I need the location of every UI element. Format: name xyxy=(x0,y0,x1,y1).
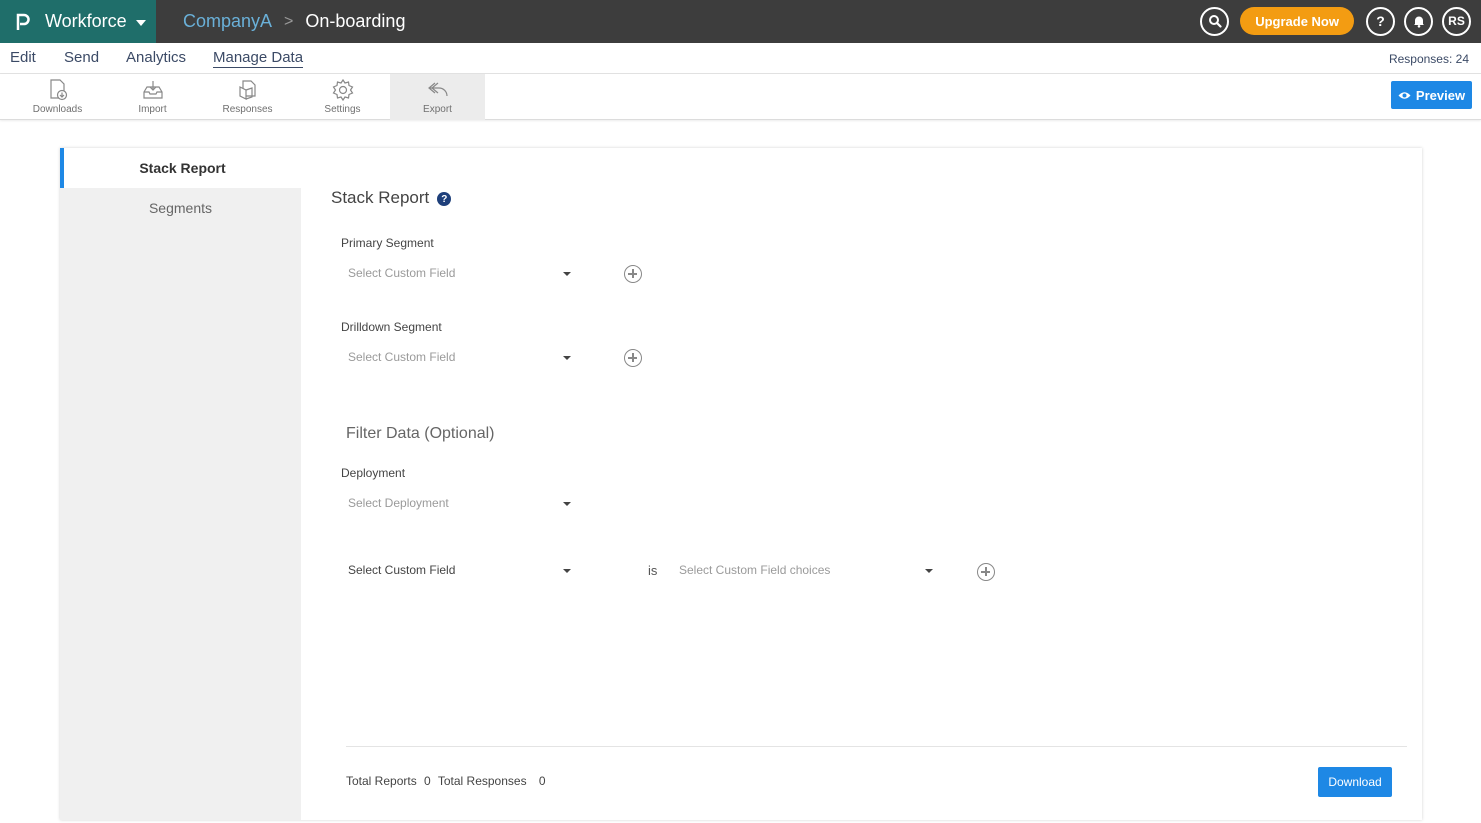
toolbar-responses[interactable]: Responses xyxy=(200,74,295,120)
product-title: Workforce xyxy=(45,11,127,31)
user-avatar[interactable]: RS xyxy=(1442,6,1471,36)
primary-segment-placeholder: Select Custom Field xyxy=(348,266,456,280)
main-menu: Edit Send Analytics Manage Data Response… xyxy=(0,43,1481,74)
filter-custom-field-value: Select Custom Field xyxy=(348,563,456,577)
filter-choices-select[interactable]: Select Custom Field choices xyxy=(672,559,938,581)
sidebar-item-segments[interactable]: Segments xyxy=(60,188,301,228)
add-primary-segment-icon[interactable] xyxy=(624,265,642,283)
total-responses-value: 0 xyxy=(538,774,546,788)
help-icon: ? xyxy=(1376,13,1385,29)
preview-button[interactable]: Preview xyxy=(1391,81,1472,109)
toolbar-settings[interactable]: Settings xyxy=(295,74,390,120)
preview-label: Preview xyxy=(1415,87,1466,103)
filter-operator: is xyxy=(648,563,658,578)
search-button[interactable] xyxy=(1200,6,1230,36)
responses-icon xyxy=(238,80,256,100)
caret-down-icon xyxy=(563,272,571,276)
total-responses-label: Total Responses xyxy=(437,774,527,788)
menu-item-edit[interactable]: Edit xyxy=(10,49,36,66)
breadcrumb-company-link[interactable]: CompanyA xyxy=(183,11,272,32)
filter-choices-placeholder: Select Custom Field choices xyxy=(679,563,831,577)
totals-summary: Total Reports 0 Total Responses 0 xyxy=(346,774,550,788)
menu-item-send[interactable]: Send xyxy=(64,49,99,66)
p-logo-icon xyxy=(16,13,30,30)
product-switcher[interactable]: Workforce xyxy=(0,0,156,43)
manage-data-toolbar: Downloads Import Responses Settings Expo… xyxy=(0,74,1481,120)
total-reports-label: Total Reports xyxy=(346,774,417,788)
search-icon xyxy=(1208,15,1222,28)
toolbar-import[interactable]: Import xyxy=(105,74,200,120)
primary-segment-select[interactable]: Select Custom Field xyxy=(341,262,576,284)
top-navigation-bar: Workforce CompanyA > On-boarding Upgrade… xyxy=(0,0,1481,43)
page-title-text: Stack Report xyxy=(331,188,430,207)
settings-icon xyxy=(332,78,353,102)
upgrade-now-button[interactable]: Upgrade Now xyxy=(1240,7,1354,35)
primary-segment-label: Primary Segment xyxy=(341,236,434,250)
drilldown-segment-select[interactable]: Select Custom Field xyxy=(341,346,576,368)
deployment-placeholder: Select Deployment xyxy=(348,496,449,510)
caret-down-icon xyxy=(563,356,571,360)
responses-count: Responses: 24 xyxy=(1388,52,1469,66)
sidebar-item-stack-report[interactable]: Stack Report xyxy=(60,148,301,188)
total-reports-value: 0 xyxy=(424,774,431,788)
menu-item-manage-data[interactable]: Manage Data xyxy=(213,49,304,68)
toolbar-import-label: Import xyxy=(138,104,167,115)
toolbar-export[interactable]: Export xyxy=(390,74,485,120)
drilldown-segment-placeholder: Select Custom Field xyxy=(348,350,456,364)
help-icon[interactable]: ? xyxy=(437,192,452,206)
export-sidebar: Stack Report Segments xyxy=(60,148,301,820)
header-actions: Upgrade Now ? RS xyxy=(1200,5,1471,37)
chevron-down-icon xyxy=(135,19,146,26)
footer-divider xyxy=(346,746,1407,747)
breadcrumb: CompanyA > On-boarding xyxy=(183,0,405,43)
avatar-initials: RS xyxy=(1448,14,1465,28)
stack-report-form: Stack Report ? Primary Segment Select Cu… xyxy=(301,148,1422,820)
export-panel: Stack Report Segments Stack Report ? Pri… xyxy=(60,148,1422,820)
breadcrumb-current-page: On-boarding xyxy=(305,11,406,31)
toolbar-downloads[interactable]: Downloads xyxy=(10,74,105,120)
notifications-button[interactable] xyxy=(1404,6,1433,36)
toolbar-downloads-label: Downloads xyxy=(32,104,83,115)
caret-down-icon xyxy=(925,569,933,573)
eye-icon xyxy=(1398,91,1411,99)
bell-icon xyxy=(1413,16,1424,28)
downloads-icon xyxy=(49,79,67,101)
toolbar-export-label: Export xyxy=(423,104,452,115)
deployment-label: Deployment xyxy=(341,466,406,480)
toolbar-settings-label: Settings xyxy=(324,104,361,115)
filter-data-title: Filter Data (Optional) xyxy=(346,425,495,442)
menu-item-analytics[interactable]: Analytics xyxy=(126,49,186,66)
toolbar-responses-label: Responses xyxy=(222,104,273,115)
caret-down-icon xyxy=(563,569,571,573)
add-drilldown-segment-icon[interactable] xyxy=(624,349,642,367)
add-filter-icon[interactable] xyxy=(977,563,995,581)
breadcrumb-separator: > xyxy=(284,12,294,30)
caret-down-icon xyxy=(563,502,571,506)
download-button[interactable]: Download xyxy=(1318,767,1392,797)
help-button[interactable]: ? xyxy=(1366,6,1395,36)
filter-custom-field-select[interactable]: Select Custom Field xyxy=(341,559,576,581)
drilldown-segment-label: Drilldown Segment xyxy=(341,320,442,334)
page-title: Stack Report ? xyxy=(331,188,452,208)
export-icon xyxy=(427,82,448,97)
import-icon xyxy=(142,81,163,99)
deployment-select[interactable]: Select Deployment xyxy=(341,492,576,514)
